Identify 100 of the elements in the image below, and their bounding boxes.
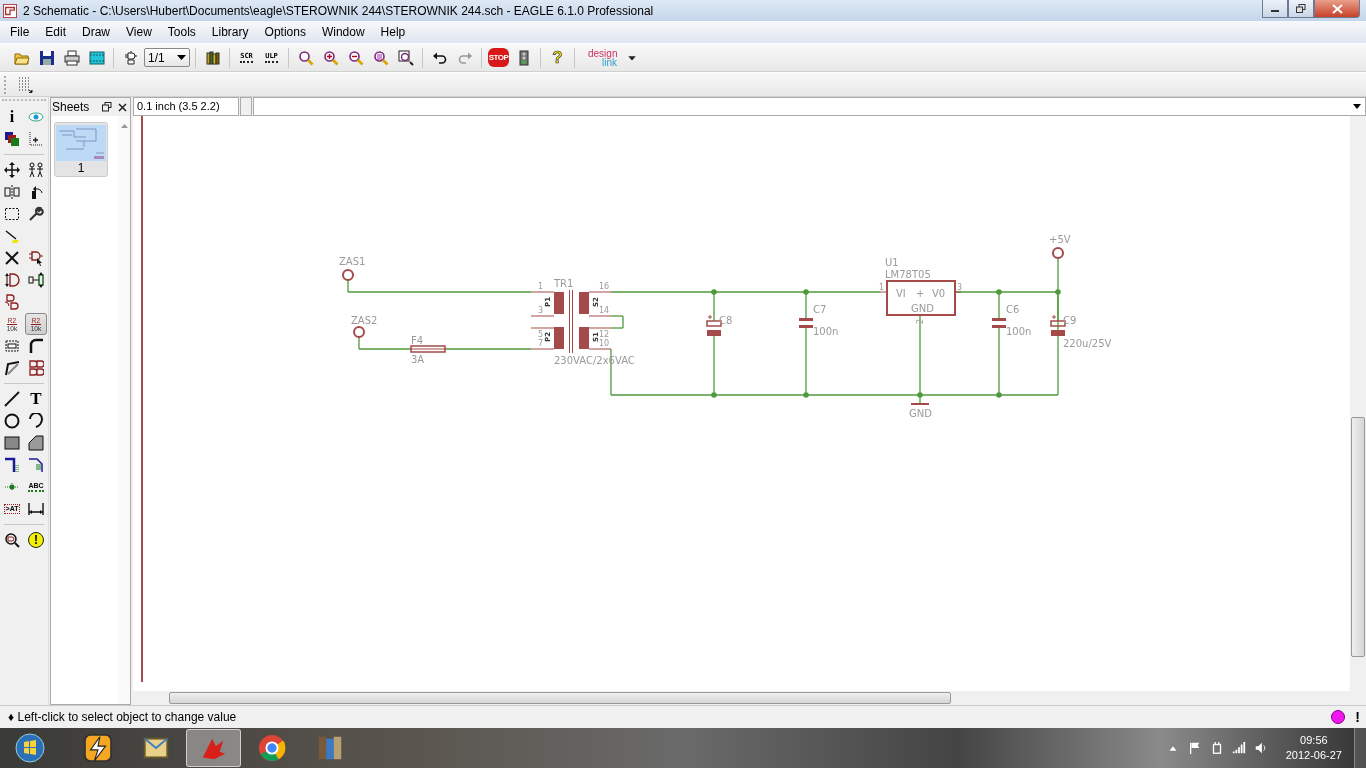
status-indicator-dot <box>1331 710 1346 724</box>
capacitor-symbol <box>799 318 813 328</box>
menu-item[interactable]: View <box>118 25 160 39</box>
gate-replace-icon <box>4 294 20 310</box>
sheet-number: 1 <box>77 161 85 176</box>
printer-icon <box>63 49 80 66</box>
menu-item[interactable]: Library <box>203 25 257 39</box>
zoom-in-icon <box>322 49 339 66</box>
question-mark-icon: ? <box>552 48 563 67</box>
dot-grid-icon <box>17 76 34 93</box>
restore-icon[interactable] <box>102 102 112 112</box>
pin-number: 14 <box>599 306 610 315</box>
pin-name: V0 <box>932 288 946 299</box>
menu-item[interactable]: Window <box>313 25 373 39</box>
speaker-icon[interactable] <box>1253 741 1268 755</box>
dashed-rectangle-icon <box>4 206 20 222</box>
clock-date: 2012-06-27 <box>1285 748 1342 763</box>
four-way-arrow-icon <box>4 162 20 178</box>
axes-plus-icon <box>28 131 44 147</box>
gate-swap-icon <box>28 272 44 288</box>
gate-magnifier-icon <box>4 532 20 548</box>
pin-name: GND <box>911 303 934 314</box>
terminal-symbol <box>353 326 365 338</box>
start-orb-icon <box>15 733 45 763</box>
tool-button[interactable]: i <box>1 106 23 128</box>
junction-dot <box>711 289 717 295</box>
scroll-thumb[interactable] <box>169 692 951 704</box>
menu-item[interactable]: Draw <box>74 25 119 39</box>
signal-bars-icon[interactable] <box>1231 741 1246 755</box>
zoom-dropdown[interactable]: 1/1 <box>144 48 190 67</box>
capacitor-symbol <box>992 318 1006 328</box>
dropdown-caret-icon <box>1353 104 1361 109</box>
pin-number: 2 <box>916 318 925 324</box>
panel-title: Sheets <box>52 100 91 114</box>
value-label: 100n <box>1006 326 1032 337</box>
status-message: ♦ Left-click to select object to change value <box>8 710 237 724</box>
pin-name: + <box>916 288 925 299</box>
command-field[interactable] <box>240 97 252 116</box>
pin-number: 3 <box>538 306 544 315</box>
miter-icon <box>28 338 44 354</box>
two-figures-icon <box>28 162 44 178</box>
value-label: LM78T05 <box>885 269 931 280</box>
schematic-app-icon <box>3 3 17 18</box>
clock-time: 09:56 <box>1300 733 1328 748</box>
scroll-up-arrow-icon[interactable] <box>120 124 128 128</box>
part-label: C9 <box>1063 315 1077 326</box>
gate-symbol-icon <box>122 49 139 66</box>
cross-icon <box>4 250 20 266</box>
magnifier-icon <box>297 49 314 66</box>
split-line-icon <box>4 360 20 376</box>
pin-number: 1 <box>538 282 544 291</box>
tool-button[interactable] <box>25 432 47 454</box>
paste-wand-icon <box>4 228 20 244</box>
menu-item[interactable]: Tools <box>159 25 204 39</box>
menu-item[interactable]: File <box>2 25 38 39</box>
menu-item[interactable]: Help <box>372 25 414 39</box>
command-line-field[interactable] <box>253 97 1366 116</box>
flag-icon[interactable] <box>1187 741 1202 755</box>
film-strip-icon <box>88 49 105 66</box>
sheet-thumbnail[interactable]: 1 <box>54 122 108 177</box>
restore-icon <box>1296 4 1306 13</box>
layers-icon <box>4 131 20 147</box>
window-title: 2 Schematic - C:\Users\Hubert\Documents\eagle\STEROWNIK 244\STEROWNIK 244.sch - EAGLE 6.1.0 Professional <box>23 3 655 18</box>
part-label: C6 <box>1006 304 1020 315</box>
scrollbar[interactable] <box>118 116 130 704</box>
sheet-preview <box>56 125 106 161</box>
dropdown-caret-icon <box>177 55 186 60</box>
pin-name: VI <box>896 288 906 299</box>
part-label: U1 <box>885 257 899 268</box>
pin-number: 3 <box>957 283 963 292</box>
pin-number: 10 <box>599 339 610 348</box>
design-link-logo[interactable]: design link <box>586 48 620 67</box>
part-label: +5V <box>1049 234 1071 245</box>
smash-icon <box>4 338 20 354</box>
menu-item[interactable]: Edit <box>37 25 75 39</box>
restore-button[interactable] <box>1288 0 1314 18</box>
stop-button[interactable]: STOP <box>487 46 510 69</box>
diagonal-line-icon <box>4 391 20 407</box>
menu-item[interactable]: Options <box>256 25 314 39</box>
close-button[interactable] <box>1314 0 1360 18</box>
fuse-symbol <box>410 345 446 353</box>
pin-number: 5 <box>538 330 544 339</box>
wrench-icon <box>28 206 44 222</box>
pin-number: 7 <box>538 339 544 348</box>
part-label: C8 <box>719 315 733 326</box>
tool-button[interactable]: T <box>25 388 47 410</box>
zoom-out-icon <box>347 49 364 66</box>
net-icon <box>28 457 44 473</box>
scroll-thumb[interactable] <box>1351 417 1365 657</box>
dimension-icon <box>28 501 44 517</box>
coordinate-display: 0.1 inch (3.5 2.2) <box>133 97 239 116</box>
junction-dot <box>711 392 717 398</box>
minimize-button[interactable] <box>1262 0 1288 18</box>
info-icon: i <box>9 109 15 125</box>
close-icon[interactable] <box>118 102 127 112</box>
value-label: 220u/25V <box>1063 338 1112 349</box>
eye-icon <box>28 109 44 125</box>
alert-mark: ! <box>1355 709 1360 725</box>
value-label: 3A <box>411 354 425 365</box>
close-icon <box>1331 3 1343 14</box>
